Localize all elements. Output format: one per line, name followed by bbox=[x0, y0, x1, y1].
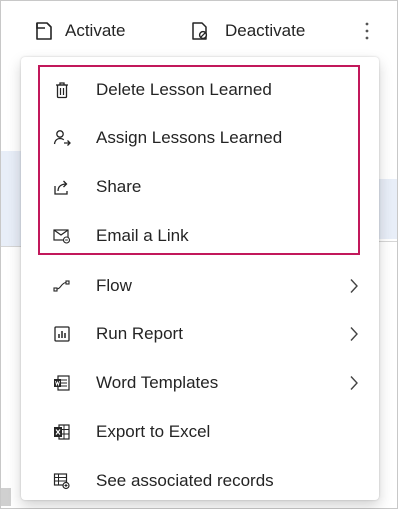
menu-item-see-associated-records[interactable]: See associated records bbox=[21, 457, 379, 505]
menu-item-label: Word Templates bbox=[96, 373, 219, 392]
menu-item-export-to-excel[interactable]: Export to Excel bbox=[21, 408, 379, 456]
menu-item-word-templates[interactable]: Word Templates bbox=[21, 359, 379, 407]
deactivate-label: Deactivate bbox=[225, 21, 306, 40]
background-panel bbox=[1, 151, 21, 246]
flow-icon bbox=[53, 277, 71, 295]
menu-item-label: Export to Excel bbox=[96, 422, 211, 441]
menu-item-run-report[interactable]: Run Report bbox=[21, 310, 379, 358]
trash-icon bbox=[53, 81, 71, 99]
menu-item-flow[interactable]: Flow bbox=[21, 262, 379, 310]
associated-records-icon bbox=[53, 472, 71, 490]
chevron-right-icon bbox=[347, 374, 361, 392]
background-divider bbox=[1, 246, 21, 247]
app-frame: Activate Deactivate Delete Lesson Learne… bbox=[0, 0, 398, 509]
email-link-icon bbox=[53, 227, 71, 245]
chevron-right-icon bbox=[347, 325, 361, 343]
menu-item-label: Run Report bbox=[96, 324, 183, 343]
menu-item-label: Assign Lessons Learned bbox=[96, 128, 283, 147]
background-scroll bbox=[1, 488, 11, 506]
excel-icon bbox=[53, 423, 71, 441]
deactivate-icon bbox=[189, 20, 211, 42]
menu-item-label: Share bbox=[96, 177, 142, 196]
menu-item-label: Flow bbox=[96, 276, 132, 295]
menu-item-email-a-link[interactable]: Email a Link bbox=[21, 212, 379, 260]
menu-item-label: Email a Link bbox=[96, 226, 189, 245]
command-bar: Activate Deactivate bbox=[1, 1, 397, 59]
chevron-right-icon bbox=[347, 277, 361, 295]
background-panel-right bbox=[379, 179, 397, 239]
more-vertical-icon bbox=[364, 21, 370, 41]
report-icon bbox=[53, 325, 71, 343]
activate-button[interactable]: Activate bbox=[33, 11, 125, 51]
menu-item-label: See associated records bbox=[96, 471, 274, 490]
word-template-icon bbox=[53, 374, 71, 392]
activate-icon bbox=[33, 20, 55, 42]
assign-user-icon bbox=[53, 129, 71, 147]
deactivate-button[interactable]: Deactivate bbox=[189, 11, 305, 51]
share-icon bbox=[53, 178, 71, 196]
more-commands-button[interactable] bbox=[357, 11, 377, 51]
activate-label: Activate bbox=[65, 21, 126, 40]
background-divider-right bbox=[379, 241, 397, 242]
menu-item-delete-lesson-learned[interactable]: Delete Lesson Learned bbox=[21, 66, 379, 114]
menu-item-label: Delete Lesson Learned bbox=[96, 80, 272, 99]
menu-item-assign-lessons-learned[interactable]: Assign Lessons Learned bbox=[21, 114, 379, 162]
menu-item-share[interactable]: Share bbox=[21, 163, 379, 211]
overflow-menu: Delete Lesson Learned Assign Lessons Lea… bbox=[21, 57, 379, 500]
